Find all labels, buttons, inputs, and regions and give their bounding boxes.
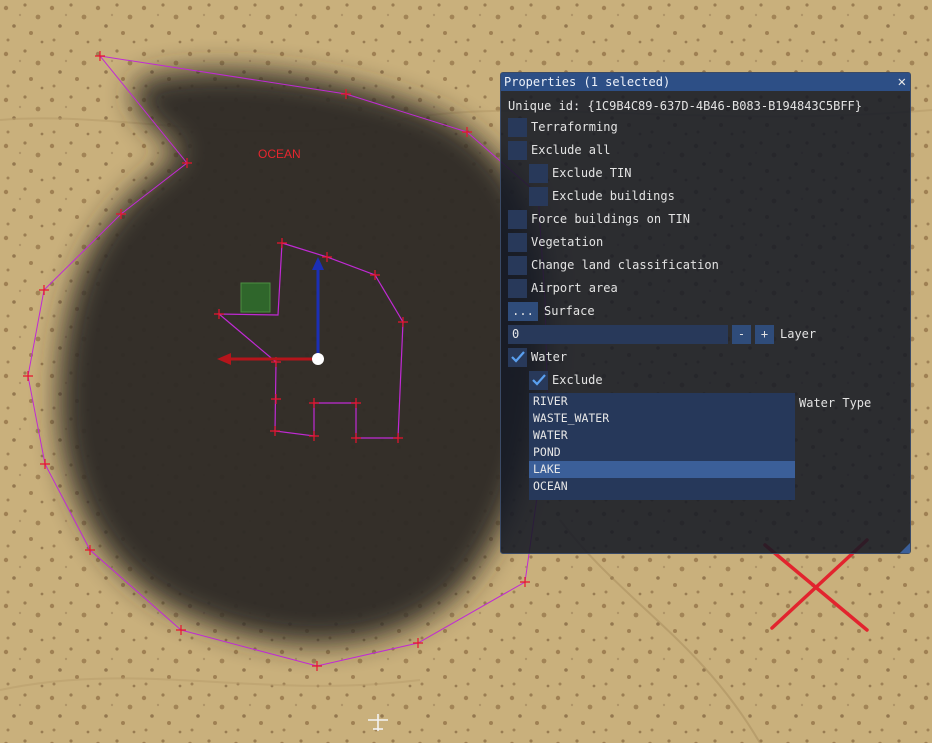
properties-panel: Properties (1 selected) ✕ Unique id: {1C… [500, 72, 911, 554]
option-exclude-tin[interactable]: Exclude TIN [529, 163, 631, 183]
water-checkbox[interactable] [508, 347, 527, 367]
change-land-checkbox[interactable] [508, 255, 527, 275]
surface-label: Surface [544, 304, 595, 318]
exclude-checkbox[interactable] [529, 370, 548, 390]
close-icon[interactable]: ✕ [898, 73, 906, 91]
option-airport-area[interactable]: Airport area [508, 278, 618, 298]
exclude-tin-checkbox[interactable] [529, 163, 548, 183]
vegetation-label: Vegetation [531, 235, 604, 249]
exclude-buildings-checkbox[interactable] [529, 186, 548, 206]
unique-id-text: Unique id: {1C9B4C89-637D-4B46-B083-B194… [508, 99, 863, 113]
area-type-label: OCEAN [258, 147, 301, 161]
vegetation-checkbox[interactable] [508, 232, 527, 252]
water-type-label: Water Type [799, 396, 872, 410]
water-type-list[interactable]: RIVER WASTE_WATER WATER POND LAKE OCEAN [529, 393, 795, 500]
panel-titlebar[interactable]: Properties (1 selected) ✕ [501, 73, 910, 91]
water-type-row: Water Type [799, 393, 871, 413]
airport-area-label: Airport area [531, 281, 618, 295]
layer-minus-button[interactable]: - [732, 324, 751, 344]
list-item-selected[interactable]: LAKE [529, 461, 795, 478]
option-terraforming[interactable]: Terraforming [508, 117, 618, 137]
list-item[interactable]: WASTE_WATER [529, 410, 795, 427]
exclude-tin-label: Exclude TIN [552, 166, 632, 180]
change-land-label: Change land classification [531, 258, 719, 272]
water-label: Water [531, 350, 568, 364]
option-force-buildings-on-tin[interactable]: Force buildings on TIN [508, 209, 690, 229]
option-vegetation[interactable]: Vegetation [508, 232, 603, 252]
unique-id-row: Unique id: {1C9B4C89-637D-4B46-B083-B194… [508, 96, 862, 116]
option-water[interactable]: Water [508, 347, 567, 367]
list-item[interactable]: POND [529, 444, 795, 461]
exclude-all-label: Exclude all [531, 143, 611, 157]
terraforming-checkbox[interactable] [508, 117, 527, 137]
surface-row: ... Surface [508, 301, 595, 321]
list-item[interactable]: WATER [529, 427, 795, 444]
list-item[interactable]: OCEAN [529, 478, 795, 495]
airport-area-checkbox[interactable] [508, 278, 527, 298]
list-item[interactable]: RIVER [529, 393, 795, 410]
force-buildings-checkbox[interactable] [508, 209, 527, 229]
exclude-all-checkbox[interactable] [508, 140, 527, 160]
panel-title: Properties (1 selected) [504, 75, 671, 89]
resize-grip[interactable] [900, 543, 910, 553]
layer-plus-button[interactable]: + [755, 324, 774, 344]
checkmark-icon [510, 351, 525, 363]
layer-input[interactable]: 0 [508, 324, 728, 344]
exclude-buildings-label: Exclude buildings [552, 189, 675, 203]
green-handle[interactable] [240, 282, 271, 313]
layer-row: 0 - + Layer [508, 324, 816, 344]
layer-label: Layer [780, 327, 817, 341]
checkmark-icon [531, 374, 546, 386]
option-exclude-buildings[interactable]: Exclude buildings [529, 186, 675, 206]
option-change-land-classification[interactable]: Change land classification [508, 255, 719, 275]
option-exclude[interactable]: Exclude [529, 370, 603, 390]
surface-browse-button[interactable]: ... [508, 301, 538, 321]
option-exclude-all[interactable]: Exclude all [508, 140, 610, 160]
force-buildings-label: Force buildings on TIN [531, 212, 690, 226]
layer-value: 0 [512, 327, 520, 341]
exclude-label: Exclude [552, 373, 603, 387]
terraforming-label: Terraforming [531, 120, 618, 134]
